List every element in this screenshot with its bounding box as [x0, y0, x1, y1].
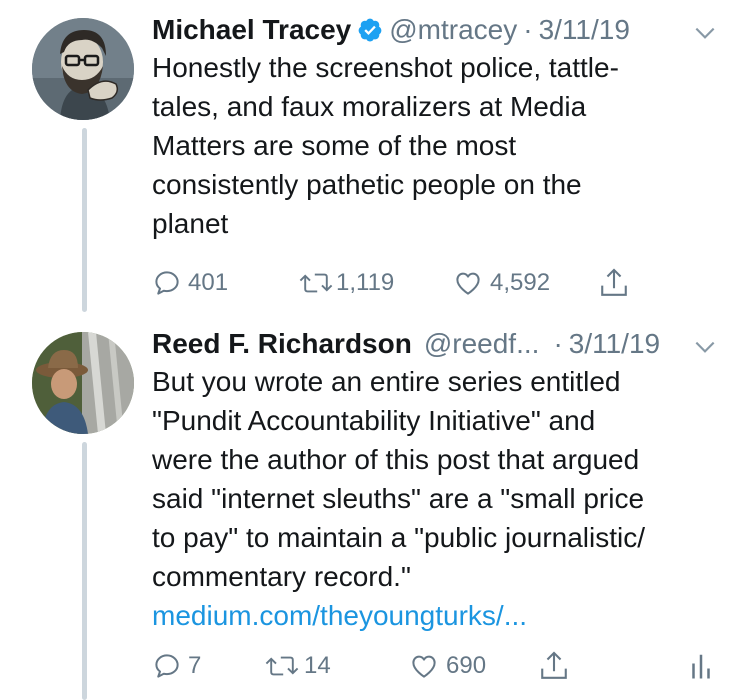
tweet-actions: 7 14 690 [152, 648, 732, 684]
reply-count: 401 [188, 269, 229, 296]
author-handle[interactable]: @mtracey [389, 12, 517, 48]
tweet-text-line: tales, and faux moralizers at Media [152, 91, 587, 122]
retweet-button[interactable]: 14 [264, 651, 331, 681]
avatar-illustration [32, 18, 134, 120]
like-icon [456, 272, 480, 295]
like-count: 4,592 [490, 269, 551, 296]
tweet-text-line: commentary record." [152, 561, 411, 592]
tweet-text-line: planet [152, 208, 229, 239]
analytics-button[interactable] [688, 651, 714, 681]
tweet-text-line: But you wrote an entire series entitled [152, 366, 621, 397]
like-icon [412, 655, 436, 678]
tweet-text: But you wrote an entire series entitled … [152, 362, 730, 635]
tweet-date[interactable]: 3/11/19 [569, 326, 660, 362]
tweet-michael-tracey[interactable]: Michael Tracey @mtracey · 3/11/19 Honest… [0, 0, 750, 320]
reply-count: 7 [188, 652, 202, 679]
tweet-text-line: said "internet sleuths" are a "small pri… [152, 483, 645, 514]
share-icon [601, 268, 627, 296]
separator-dot: · [523, 14, 533, 45]
chevron-down-icon[interactable] [692, 334, 718, 360]
like-count: 690 [446, 652, 487, 679]
retweet-count: 14 [304, 652, 331, 679]
share-icon [541, 651, 567, 679]
tweet-text-line: to pay" to maintain a "public journalist… [152, 522, 646, 553]
reply-icon [155, 271, 179, 295]
share-button[interactable] [538, 649, 570, 683]
tweet-text: Honestly the screenshot police, tattle- … [152, 48, 730, 243]
tweet-text-line: Matters are some of the most [152, 130, 517, 161]
retweet-icon [299, 273, 333, 293]
share-button[interactable] [598, 266, 630, 300]
verified-badge-icon [358, 18, 382, 42]
tweet-reed-richardson[interactable]: Reed F. Richardson @reedf... · 3/11/19 B… [0, 320, 750, 700]
reply-button[interactable]: 401 [152, 268, 228, 298]
avatar[interactable] [32, 332, 134, 434]
analytics-icon [692, 654, 710, 679]
tweet-link[interactable]: medium.com/theyoungturks/... [152, 596, 730, 635]
tweet-header: Reed F. Richardson @reedf... · 3/11/19 [152, 326, 730, 362]
author-name[interactable]: Michael Tracey [152, 12, 351, 48]
retweet-button[interactable]: 1,119 [298, 268, 394, 298]
author-name[interactable]: Reed F. Richardson [152, 326, 412, 362]
like-button[interactable]: 4,592 [452, 268, 550, 298]
tweet-actions: 401 1,119 4,592 [152, 265, 712, 301]
tweet-text-line: consistently pathetic people on the [152, 169, 582, 200]
tweet-text-line: were the author of this post that argued [152, 444, 640, 475]
tweet-date[interactable]: 3/11/19 [539, 12, 630, 48]
reply-icon [155, 654, 179, 678]
reply-button[interactable]: 7 [152, 651, 201, 681]
avatar[interactable] [32, 18, 134, 120]
tweet-text-line: "Pundit Accountability Initiative" and [152, 405, 596, 436]
tweet-text-line: Honestly the screenshot police, tattle- [152, 52, 619, 83]
avatar-photo [32, 332, 134, 434]
tweet-header: Michael Tracey @mtracey · 3/11/19 [152, 12, 730, 48]
like-button[interactable]: 690 [408, 651, 486, 681]
retweet-icon [265, 656, 299, 676]
author-handle[interactable]: @reedf... [424, 326, 540, 362]
retweet-count: 1,119 [336, 269, 395, 296]
chevron-down-icon[interactable] [692, 20, 718, 46]
separator-dot: · [553, 328, 563, 359]
